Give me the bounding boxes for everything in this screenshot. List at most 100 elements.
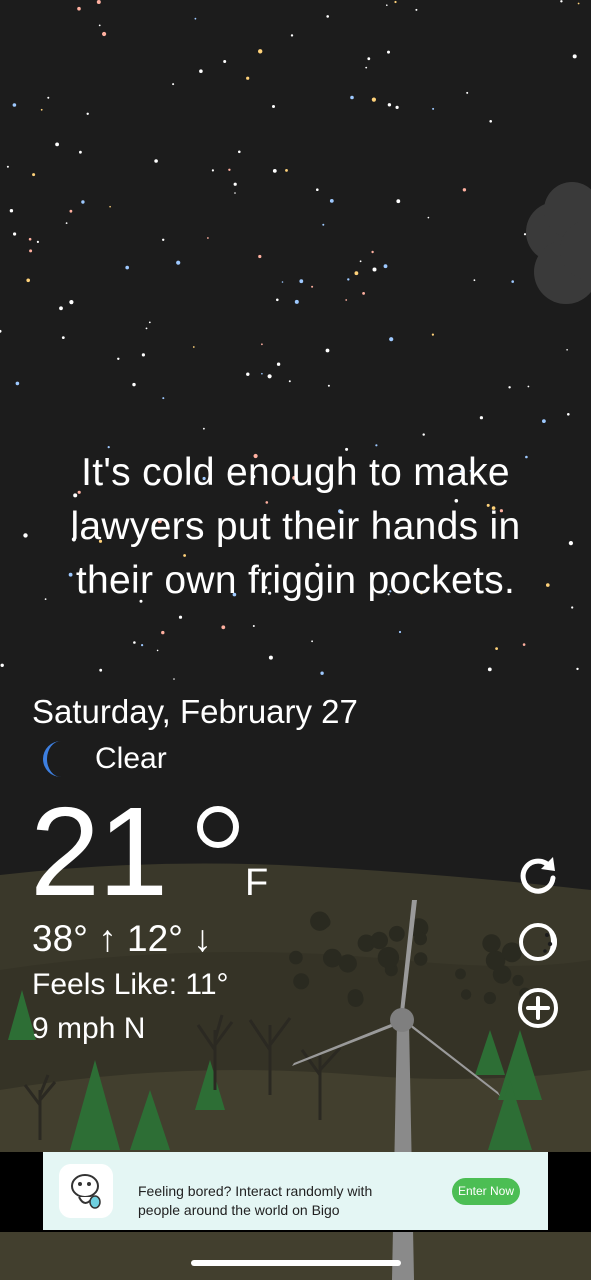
wind-info: 9 mph N	[32, 1012, 146, 1045]
star	[192, 346, 195, 348]
distant-tree	[512, 974, 524, 987]
night-landscape-background	[0, 0, 591, 1280]
star	[290, 34, 294, 37]
star	[327, 384, 330, 387]
feels-like: Feels Like: 11°	[32, 968, 229, 1001]
star	[383, 264, 388, 269]
distant-tree	[388, 925, 405, 942]
star	[299, 279, 304, 284]
star	[261, 343, 263, 346]
star	[32, 173, 36, 177]
star	[466, 91, 469, 94]
bigo-logo-icon	[59, 1164, 113, 1218]
star	[98, 24, 101, 27]
star	[9, 209, 14, 213]
star	[288, 380, 291, 383]
star	[432, 107, 435, 110]
star	[258, 254, 262, 259]
star	[148, 321, 151, 324]
star	[577, 2, 580, 5]
star	[0, 663, 4, 667]
star	[13, 232, 17, 236]
star	[228, 168, 231, 171]
star	[395, 105, 399, 109]
distant-tree	[289, 950, 303, 965]
star	[372, 267, 377, 272]
star	[109, 205, 111, 208]
star	[156, 649, 159, 652]
star	[258, 49, 263, 54]
star	[125, 265, 129, 270]
star	[487, 667, 492, 672]
star	[522, 643, 526, 646]
star	[117, 357, 120, 360]
distant-tree	[323, 948, 342, 968]
star	[571, 606, 574, 609]
enter-now-button[interactable]: Enter Now	[452, 1178, 520, 1205]
add-icon[interactable]	[517, 987, 559, 1029]
star	[173, 678, 175, 680]
quote-line: their own friggin pockets.	[75, 559, 516, 602]
distant-tree	[370, 931, 388, 950]
star	[473, 279, 476, 282]
star	[203, 427, 205, 430]
condition-text: Clear	[95, 742, 167, 775]
star	[316, 188, 319, 191]
distant-tree	[483, 991, 496, 1005]
star	[272, 105, 275, 108]
star	[194, 17, 197, 20]
star	[211, 169, 214, 172]
star	[322, 223, 325, 226]
star	[223, 60, 227, 63]
star	[246, 76, 250, 80]
star	[508, 386, 511, 389]
star	[267, 374, 272, 379]
star	[367, 57, 371, 61]
star	[422, 433, 425, 436]
star	[542, 419, 546, 423]
star	[560, 0, 563, 3]
star	[276, 298, 279, 302]
moon-icon	[43, 741, 61, 777]
refresh-icon[interactable]	[517, 853, 559, 895]
star	[141, 353, 145, 357]
star	[55, 142, 59, 147]
star	[272, 169, 277, 173]
star	[311, 285, 314, 288]
star	[207, 237, 209, 239]
moon-phase-icon[interactable]	[517, 921, 559, 963]
quote-line: lawyers put their hands in	[70, 505, 521, 548]
star	[81, 200, 85, 204]
distant-tree	[492, 965, 512, 984]
star	[398, 630, 402, 634]
star	[572, 54, 577, 59]
star	[387, 50, 390, 54]
star	[527, 385, 530, 388]
distant-tree	[377, 946, 400, 969]
star	[99, 668, 103, 672]
star	[294, 299, 299, 304]
distant-tree	[414, 952, 428, 966]
star	[427, 216, 430, 219]
distant-tree	[317, 915, 331, 929]
ad-text: Feeling bored? Interact randomly with pe…	[138, 1183, 373, 1218]
home-indicator[interactable]	[191, 1260, 401, 1266]
ad-banner[interactable]: Feeling bored? Interact randomly with pe…	[43, 1152, 548, 1230]
star	[347, 278, 350, 281]
star	[345, 299, 348, 301]
star	[365, 66, 368, 69]
star	[12, 103, 17, 107]
degree-symbol	[197, 806, 239, 848]
weather-quote: It's cold enough to make lawyers put the…	[30, 446, 561, 608]
star	[396, 199, 401, 204]
star	[233, 182, 237, 186]
distant-tree	[414, 932, 427, 946]
star	[523, 233, 527, 236]
star	[329, 199, 334, 203]
star	[479, 416, 483, 420]
temperature-value: 21	[30, 781, 168, 922]
star	[261, 372, 263, 375]
star	[221, 625, 226, 630]
star	[354, 271, 359, 276]
star	[102, 31, 107, 37]
